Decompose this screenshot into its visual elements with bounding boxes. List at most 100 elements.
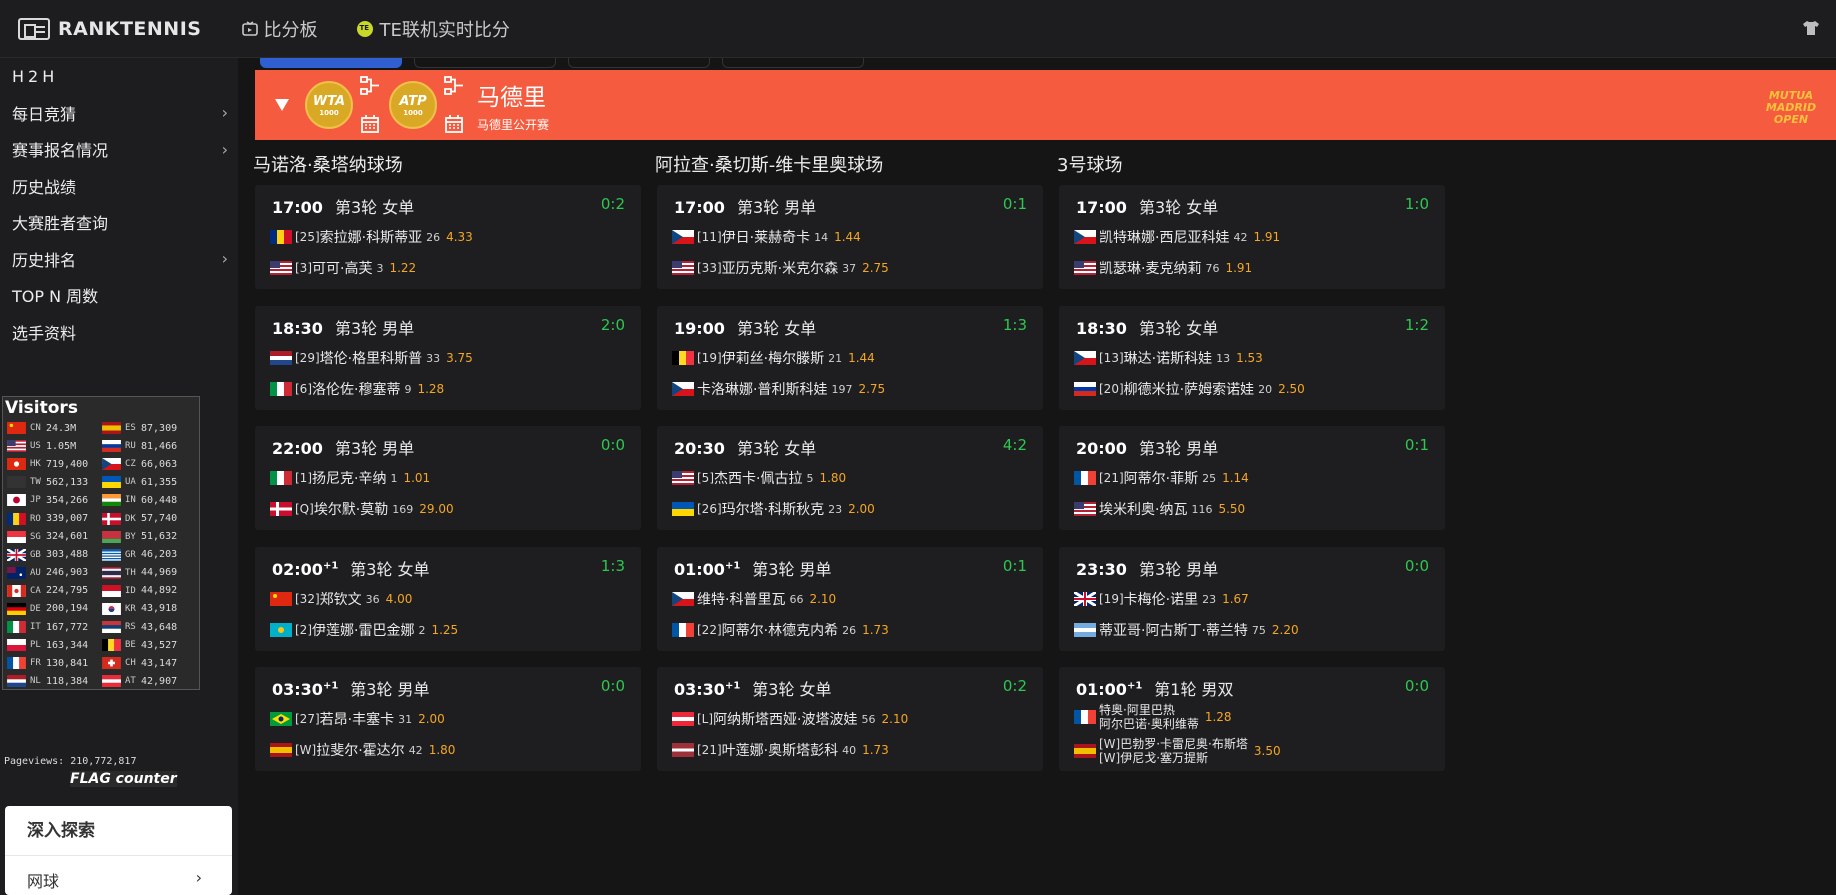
match-card[interactable]: 17:00 第3轮 女单 1:0 凯特琳娜·西尼亚科娃 42 1.91 凯瑟琳·麦克纳莉 76… — [1059, 185, 1445, 289]
explore-item-tennis[interactable]: 网球 › — [5, 856, 232, 892]
sidebar-item[interactable]: 选手资料 — [0, 314, 238, 351]
player-row[interactable]: [33] 亚历克斯·米克尔森 37 2.75 — [672, 258, 889, 278]
player-row[interactable]: [11] 伊日·莱赫奇卡 14 1.44 — [672, 227, 861, 247]
shirt-icon[interactable] — [1802, 20, 1820, 36]
tab[interactable] — [722, 58, 864, 68]
sidebar-item[interactable]: 大赛胜者查询 — [0, 204, 238, 241]
flag-fr-icon — [7, 657, 26, 670]
visitor-count: 1.05M — [46, 440, 77, 452]
sidebar-item[interactable]: TOP N 周数 — [0, 277, 238, 314]
match-time: 17:00 — [1076, 198, 1127, 217]
player-row[interactable]: [32] 郑钦文 36 4.00 — [270, 589, 412, 609]
player-row[interactable]: [13] 琳达·诺斯科娃 13 1.53 — [1074, 348, 1263, 368]
player-row[interactable]: [19] 卡梅伦·诺里 23 1.67 — [1074, 589, 1249, 609]
tab-active[interactable] — [260, 58, 402, 68]
player-row[interactable]: [W] 拉斐尔·霍达尔 42 1.80 — [270, 740, 455, 760]
collapse-triangle-icon[interactable] — [275, 99, 289, 111]
player-row[interactable]: 凯瑟琳·麦克纳莉 76 1.91 — [1074, 258, 1252, 278]
flag-counter-widget[interactable]: Visitors CN 24.3M ES 87,309 US 1.05M RU 81,466 H… — [2, 396, 200, 690]
player-name: 索拉娜·科斯蒂亚 — [319, 230, 423, 246]
sidebar-item[interactable]: 赛事报名情况 › — [0, 131, 238, 168]
player-row[interactable]: [L] 阿纳斯塔西娅·波塔波娃 56 2.10 — [672, 709, 908, 729]
player-row[interactable]: [22] 阿蒂尔·林德克内希 26 1.73 — [672, 620, 889, 640]
match-card[interactable]: 20:00 第3轮 男单 0:1 [21] 阿蒂尔·菲斯 25 1.14 埃米利奥·纳瓦 116… — [1059, 426, 1445, 530]
player-row[interactable]: [27] 若昂·丰塞卡 31 2.00 — [270, 709, 445, 729]
match-time-text: 22:00 — [272, 439, 323, 458]
match-card[interactable]: 01:00+1 第3轮 男单 0:1 维特·科普里瓦 66 2.10 [22] 阿蒂尔·林德克… — [657, 547, 1043, 651]
player-row[interactable]: [20] 柳德米拉·萨姆索诺娃 20 2.50 — [1074, 379, 1305, 399]
match-card[interactable]: 20:30 第3轮 女单 4:2 [5] 杰西卡·佩古拉 5 1.80 [26] 玛尔塔·科斯秋… — [657, 426, 1043, 530]
flag-ar-icon — [1074, 623, 1096, 637]
nav-scoreboard[interactable]: 比分板 — [241, 16, 317, 42]
match-card[interactable]: 17:00 第3轮 男单 0:1 [11] 伊日·莱赫奇卡 14 1.44 [33] 亚历克斯·… — [657, 185, 1043, 289]
match-header: 01:00+1 第3轮 男单 — [674, 556, 832, 580]
tab[interactable] — [568, 58, 710, 68]
visitor-count: 24.3M — [46, 422, 77, 434]
match-card[interactable]: 03:30+1 第3轮 男单 0:0 [27] 若昂·丰塞卡 31 2.00 [W] 拉斐尔·霍… — [255, 667, 641, 771]
player-odds: 3.50 — [1253, 744, 1281, 758]
match-card[interactable]: 19:00 第3轮 女单 1:3 [19] 伊莉丝·梅尔滕斯 21 1.44 卡洛琳娜·普利斯… — [657, 306, 1043, 410]
player-odds: 1.67 — [1222, 592, 1249, 606]
player-row[interactable]: [1] 扬尼克·辛纳 1 1.01 — [270, 468, 430, 488]
calendar-icon[interactable] — [359, 113, 381, 135]
player-row[interactable]: 蒂亚哥·阿古斯丁·蒂兰特 75 2.20 — [1074, 620, 1299, 640]
match-card[interactable]: 17:00 第3轮 女单 0:2 [25] 索拉娜·科斯蒂亚 26 4.33 [3] 可可·高芙… — [255, 185, 641, 289]
draw-bracket-icon[interactable] — [443, 75, 465, 97]
player-row[interactable]: 特奥·阿里巴热 阿尔巴诺·奥利维蒂 1.28 — [1074, 703, 1232, 731]
sidebar-item[interactable]: 历史战绩 — [0, 168, 238, 205]
sidebar-item[interactable]: H2H — [0, 58, 238, 95]
sidebar-item-label: 大赛胜者查询 — [12, 214, 109, 234]
match-card[interactable]: 01:00+1 第1轮 男双 0:0 特奥·阿里巴热 阿尔巴诺·奥利维蒂 1.28 [W]巴… — [1059, 667, 1445, 771]
player-odds: 2.50 — [1278, 382, 1305, 396]
match-score: 0:2 — [600, 195, 625, 213]
player-row[interactable]: [3] 可可·高芙 3 1.22 — [270, 258, 416, 278]
player-row[interactable]: [19] 伊莉丝·梅尔滕斯 21 1.44 — [672, 348, 875, 368]
player-row[interactable]: [21] 阿蒂尔·菲斯 25 1.14 — [1074, 468, 1249, 488]
sidebar-item[interactable]: 每日竞猜 › — [0, 95, 238, 132]
flag-counter-badge[interactable]: FLAG counter — [70, 771, 177, 787]
visitor-count: 87,309 — [141, 422, 178, 434]
player-row[interactable]: 维特·科普里瓦 66 2.10 — [672, 589, 836, 609]
match-card[interactable]: 22:00 第3轮 男单 0:0 [1] 扬尼克·辛纳 1 1.01 [Q] 埃尔默·莫勒 169… — [255, 426, 641, 530]
calendar-icon[interactable] — [443, 113, 465, 135]
player-seed: [21] — [1099, 471, 1124, 485]
match-header: 20:30 第3轮 女单 — [674, 435, 816, 459]
player-row[interactable]: [5] 杰西卡·佩古拉 5 1.80 — [672, 468, 846, 488]
visitor-count: 46,203 — [141, 549, 178, 561]
chevron-right-icon: › — [195, 868, 202, 887]
flag-it-icon — [270, 382, 292, 396]
match-card[interactable]: 03:30+1 第3轮 女单 0:2 [L] 阿纳斯塔西娅·波塔波娃 56 2.10 [21]… — [657, 667, 1043, 771]
site-logo[interactable]: RANKTENNIS — [18, 17, 201, 40]
sidebar-item[interactable]: 历史排名 › — [0, 241, 238, 278]
visitor-count: 43,918 — [141, 603, 178, 615]
player-row[interactable]: [W]巴勃罗·卡雷尼奥·布斯塔 [W]伊尼戈·塞万提斯 3.50 — [1074, 737, 1281, 765]
match-card[interactable]: 18:30 第3轮 男单 2:0 [29] 塔伦·格里科斯普 33 3.75 [6] 洛伦佐·穆… — [255, 306, 641, 410]
nav-te-live-score-label: TE联机实时比分 — [379, 19, 510, 41]
match-card[interactable]: 02:00+1 第3轮 女单 1:3 [32] 郑钦文 36 4.00 [2] 伊莲娜·雷巴金娜… — [255, 547, 641, 651]
tournament-name[interactable]: 马德里 — [477, 78, 549, 112]
player-row[interactable]: 卡洛琳娜·普利斯科娃 197 2.75 — [672, 379, 885, 399]
visitor-count: 43,648 — [141, 621, 178, 633]
chevron-right-icon: › — [221, 103, 228, 123]
player-row[interactable]: [2] 伊莲娜·雷巴金娜 2 1.25 — [270, 620, 458, 640]
player-row[interactable]: [21] 叶莲娜·奥斯塔彭科 40 1.73 — [672, 740, 889, 760]
player-row[interactable]: [26] 玛尔塔·科斯秋克 23 2.00 — [672, 499, 875, 519]
player-row[interactable]: [25] 索拉娜·科斯蒂亚 26 4.33 — [270, 227, 473, 247]
player-row[interactable]: [6] 洛伦佐·穆塞蒂 9 1.28 — [270, 379, 444, 399]
tab[interactable] — [414, 58, 556, 68]
player-row[interactable]: [Q] 埃尔默·莫勒 169 29.00 — [270, 499, 454, 519]
player-row[interactable]: 埃米利奥·纳瓦 116 5.50 — [1074, 499, 1245, 519]
match-card[interactable]: 23:30 第3轮 男单 0:0 [19] 卡梅伦·诺里 23 1.67 蒂亚哥·阿古斯丁·蒂… — [1059, 547, 1445, 651]
player-name: 阿蒂尔·林德克内希 — [721, 623, 839, 639]
nav-te-live-score[interactable]: TE联机实时比分 — [357, 16, 510, 42]
player-row[interactable]: 凯特琳娜·西尼亚科娃 42 1.91 — [1074, 227, 1280, 247]
player-rank: 33 — [426, 351, 441, 365]
draw-bracket-icon[interactable] — [359, 75, 381, 97]
visitors-entry: NL 118,384 — [7, 675, 102, 688]
match-card[interactable]: 18:30 第3轮 女单 1:2 [13] 琳达·诺斯科娃 13 1.53 [20] 柳德米拉·… — [1059, 306, 1445, 410]
madrid-open-logo: MUTUA MADRID OPEN — [1765, 89, 1817, 126]
match-score: 0:0 — [600, 436, 625, 454]
player-seed: [Q] — [295, 502, 314, 516]
player-row[interactable]: [29] 塔伦·格里科斯普 33 3.75 — [270, 348, 473, 368]
doubles-player: 阿尔巴诺·奥利维蒂 — [1099, 717, 1199, 731]
